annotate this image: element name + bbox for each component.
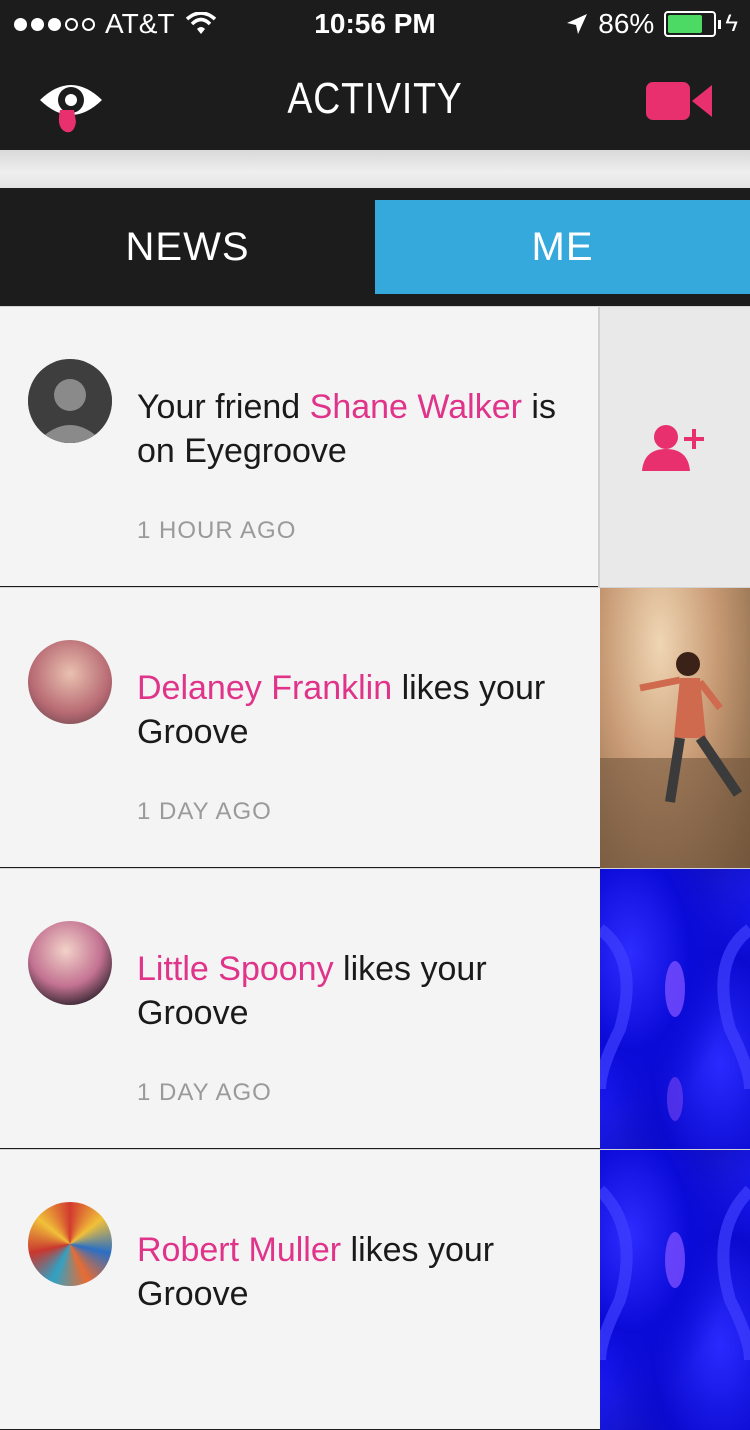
add-friend-button[interactable] (598, 307, 750, 587)
dancer-figure-icon (600, 652, 750, 868)
tab-me[interactable]: ME (375, 200, 750, 294)
battery-icon (664, 11, 717, 37)
user-name-link[interactable]: Shane Walker (310, 388, 522, 426)
pull-to-refresh-strip (0, 150, 750, 188)
status-bar: AT&T 10:56 PM 86% ϟ (0, 0, 750, 52)
groove-thumbnail[interactable] (600, 588, 750, 868)
page-title: ACTIVITY (287, 74, 463, 123)
groove-thumbnail[interactable] (600, 869, 750, 1149)
avatar[interactable] (28, 359, 112, 443)
timestamp: 1 DAY AGO (137, 1079, 272, 1106)
segmented-tabs: NEWS ME (0, 188, 750, 306)
battery-fill (668, 15, 703, 33)
text-prefix: Your friend (137, 388, 310, 426)
feed-item[interactable]: Robert Muller likes your Groove (0, 1149, 750, 1430)
feed-item-text: Delaney Franklin likes your Groove (137, 666, 582, 754)
feed-item[interactable]: Your friend Shane Walker is on Eyegroove… (0, 306, 750, 587)
tab-news[interactable]: NEWS (0, 200, 375, 294)
avatar[interactable] (28, 1202, 112, 1286)
charging-bolt-icon: ϟ (725, 10, 738, 37)
timestamp: 1 HOUR AGO (137, 517, 297, 544)
battery-area: 86% ϟ (566, 8, 738, 40)
location-arrow-icon (567, 14, 588, 34)
battery-cap (718, 19, 722, 29)
abstract-pattern-icon (600, 1185, 750, 1361)
default-user-icon (28, 359, 112, 443)
avatar[interactable] (28, 921, 112, 1005)
feed-item-text: Robert Muller likes your Groove (137, 1228, 582, 1316)
feed-item[interactable]: Little Spoony likes your Groove 1 DAY AG… (0, 868, 750, 1149)
feed-item-text: Little Spoony likes your Groove (137, 947, 582, 1035)
abstract-pattern-icon (600, 924, 750, 1121)
groove-thumbnail[interactable] (600, 1150, 750, 1430)
feed-item[interactable]: Delaney Franklin likes your Groove 1 DAY… (0, 587, 750, 868)
video-camera-icon[interactable] (646, 82, 712, 120)
nav-bar: ACTIVITY (0, 52, 750, 150)
user-name-link[interactable]: Delaney Franklin (137, 669, 392, 707)
add-friend-icon (642, 425, 704, 471)
timestamp: 1 DAY AGO (137, 798, 272, 825)
user-name-link[interactable]: Little Spoony (137, 950, 334, 988)
feed-item-text: Your friend Shane Walker is on Eyegroove (137, 385, 582, 473)
user-name-link[interactable]: Robert Muller (137, 1231, 341, 1269)
avatar[interactable] (28, 640, 112, 724)
battery-percent: 86% (598, 8, 655, 39)
